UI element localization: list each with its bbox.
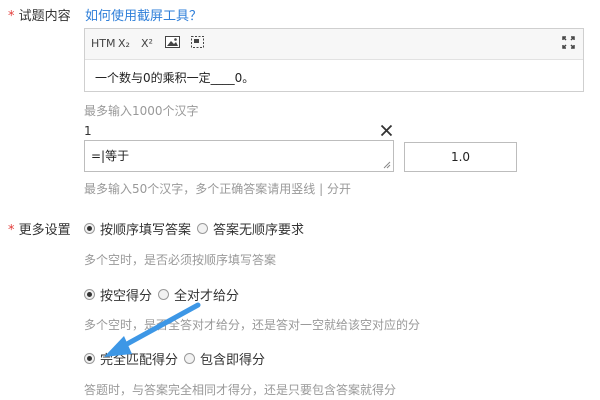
radio-order-any[interactable] — [197, 223, 209, 234]
radio-score-per-blank[interactable] — [84, 289, 95, 300]
answer-text: =|等于 — [91, 149, 130, 163]
annotation-arrow-icon — [104, 302, 201, 357]
required-mark: * — [8, 9, 15, 24]
editor-toolbar: HTM X₂ X² — [85, 29, 583, 60]
more-settings-label: * 更多设置 — [8, 219, 71, 238]
image-icon[interactable] — [165, 36, 180, 52]
score-input[interactable]: 1.0 — [404, 142, 517, 172]
question-content-label-text: 试题内容 — [18, 9, 71, 24]
blank-hint: 最多输入50个汉字，多个正确答案请用竖线 | 分开 — [84, 182, 351, 196]
order-hint: 多个空时，是否必须按顺序填写答案 — [84, 253, 277, 267]
match-hint: 答题时，与答案完全相同才得分，还是只要包含答案就得分 — [84, 383, 397, 397]
superscript-button[interactable]: X² — [141, 36, 153, 52]
order-radio-group: 按顺序填写答案 答案无顺序要求 — [84, 219, 310, 238]
radio-score-all-correct[interactable] — [158, 289, 170, 300]
subscript-button[interactable]: X₂ — [118, 36, 130, 52]
question-editor: HTM X₂ X² 一个数与0的乘积一定____0。 — [84, 28, 584, 92]
radio-label-order-any[interactable]: 答案无顺序要求 — [213, 219, 304, 238]
required-mark: * — [8, 223, 15, 238]
fullscreen-icon[interactable] — [562, 36, 575, 52]
resize-handle-icon[interactable] — [383, 161, 391, 169]
close-icon[interactable] — [380, 124, 393, 141]
question-content-label: * 试题内容 — [8, 5, 71, 24]
editor-content[interactable]: 一个数与0的乘积一定____0。 — [85, 60, 583, 95]
answer-textarea[interactable]: =|等于 — [84, 140, 394, 172]
radio-match-exact[interactable] — [84, 353, 95, 364]
screenshot-icon[interactable] — [191, 36, 204, 52]
blank-number: 1 — [84, 124, 92, 138]
more-settings-label-text: 更多设置 — [18, 223, 71, 238]
help-link[interactable]: 如何使用截屏工具？ — [85, 5, 202, 24]
radio-label-order-sequential[interactable]: 按顺序填写答案 — [100, 219, 191, 238]
html-button[interactable]: HTM — [91, 36, 115, 52]
content-hint: 最多输入1000个汉字 — [84, 104, 199, 118]
radio-order-sequential[interactable] — [84, 223, 95, 234]
